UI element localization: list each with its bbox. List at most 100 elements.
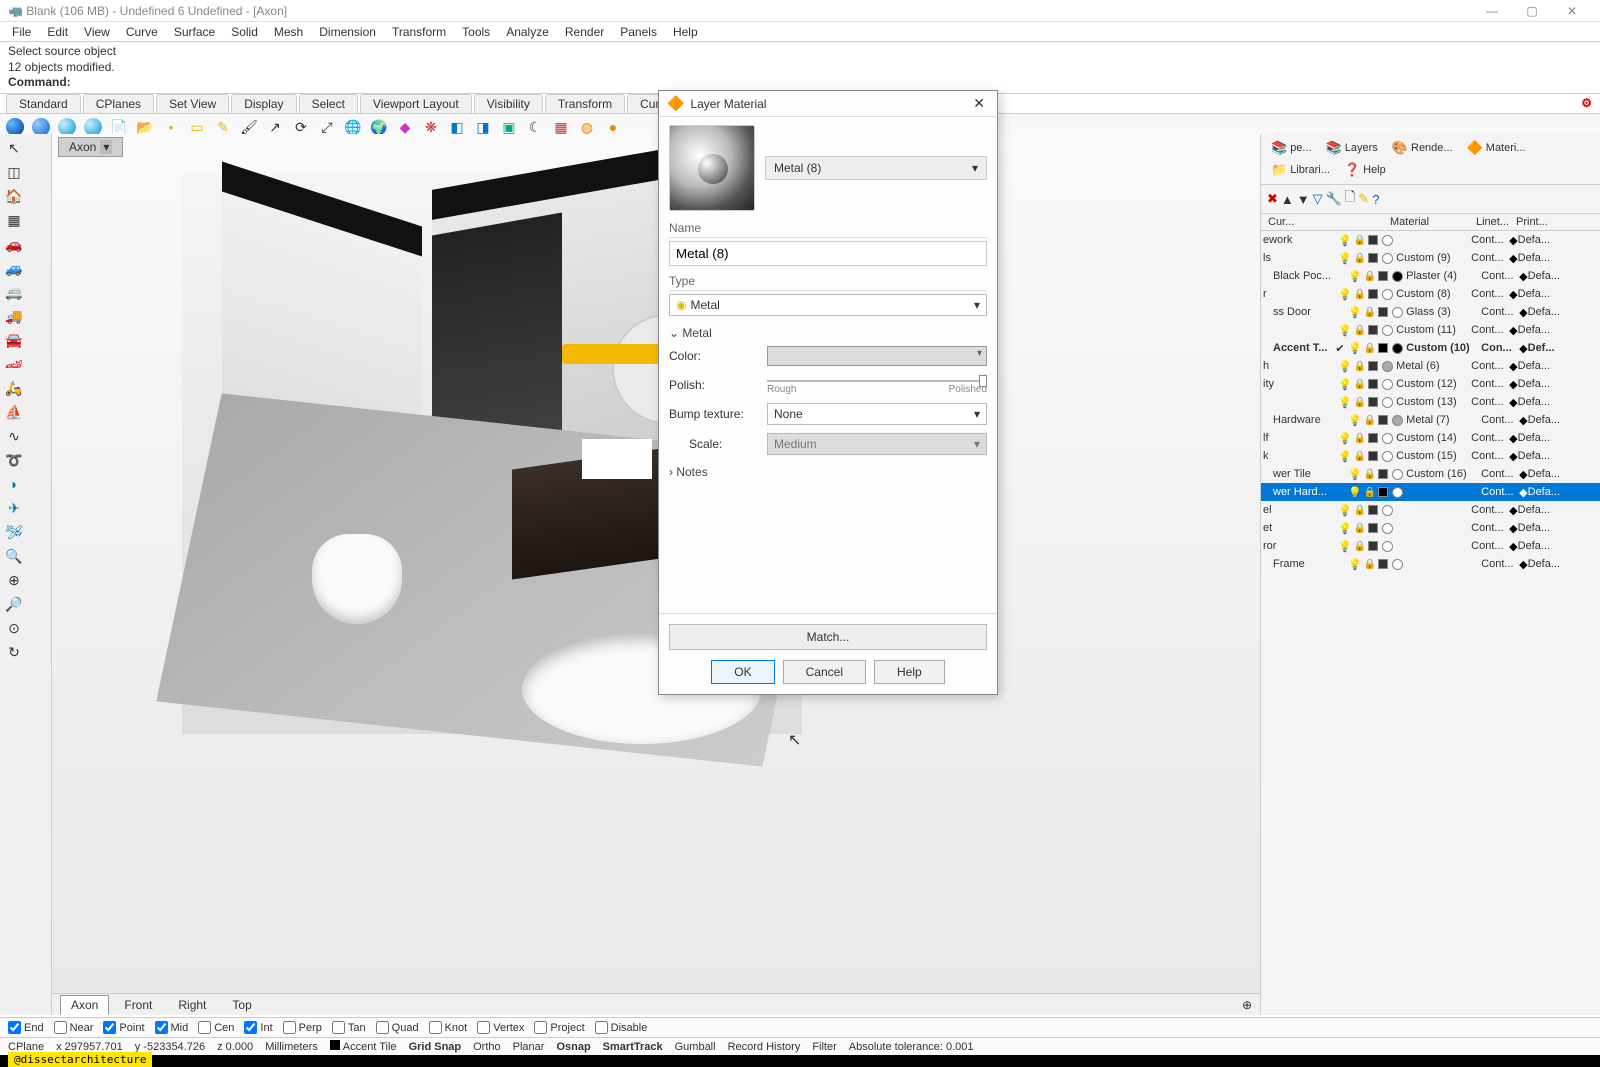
tool-icon[interactable]: 🔧 (1326, 191, 1342, 207)
layer-row[interactable]: Accent T...✔💡🔒Custom (10)Con...◆ Def... (1261, 339, 1600, 357)
down-icon[interactable]: ▼ (1297, 192, 1310, 207)
menu-transform[interactable]: Transform (384, 23, 454, 41)
status-gumball[interactable]: Gumball (675, 1041, 716, 1053)
house-icon[interactable]: 🏠 (3, 185, 25, 207)
status-absolute[interactable]: Absolute tolerance: 0.001 (849, 1041, 974, 1053)
osnap-mid[interactable]: Mid (155, 1021, 189, 1034)
layer-row[interactable]: wer Tile💡🔒Custom (16)Cont...◆ Defa... (1261, 465, 1600, 483)
color-picker[interactable] (767, 346, 987, 366)
panel-tab-layers[interactable]: 📚Layers (1320, 138, 1384, 158)
osnap-quad[interactable]: Quad (376, 1021, 419, 1034)
layer-row[interactable]: ity💡🔒Custom (12)Cont...◆ Defa... (1261, 375, 1600, 393)
menu-surface[interactable]: Surface (166, 23, 223, 41)
lasso-icon[interactable]: ◫ (3, 161, 25, 183)
dialog-titlebar[interactable]: 🔶 Layer Material ✕ (659, 91, 997, 117)
match-button[interactable]: Match... (669, 624, 987, 650)
layer-row[interactable]: el💡🔒Cont...◆ Defa... (1261, 501, 1600, 519)
status-ortho[interactable]: Ortho (473, 1041, 501, 1053)
col-print[interactable]: Print... (1513, 216, 1553, 228)
help-icon[interactable]: ? (1372, 192, 1379, 207)
car-5-icon[interactable]: 🚘 (3, 329, 25, 351)
layer-row[interactable]: ss Door💡🔒Glass (3)Cont...◆ Defa... (1261, 303, 1600, 321)
osnap-end[interactable]: End (8, 1021, 44, 1034)
wing-icon[interactable]: ✈ (3, 497, 25, 519)
osnap-vertex[interactable]: Vertex (477, 1021, 524, 1034)
delete-layer-icon[interactable]: ✖ (1267, 191, 1278, 207)
layer-row[interactable]: wer Hard...💡🔒Cont...◆ Defa... (1261, 483, 1600, 501)
car-6-icon[interactable]: 🏎 (3, 353, 25, 375)
menu-help[interactable]: Help (665, 23, 706, 41)
chevron-down-icon[interactable]: ▾ (100, 140, 112, 154)
panel-tab-rende[interactable]: 🎨Rende... (1386, 138, 1459, 158)
panel-tab-help[interactable]: ❓Help (1338, 160, 1392, 180)
viewport-tab-top[interactable]: Top (221, 995, 262, 1015)
layer-row[interactable]: ls💡🔒Custom (9)Cont...◆ Defa... (1261, 249, 1600, 267)
bike-icon[interactable]: 🛵 (3, 377, 25, 399)
panel-tab-pe[interactable]: 📚pe... (1265, 138, 1318, 158)
status-cplane[interactable]: CPlane (8, 1041, 44, 1053)
tool-tab-transform[interactable]: Transform (545, 94, 625, 113)
osnap-point[interactable]: Point (103, 1021, 144, 1034)
boat-icon[interactable]: ⛵ (3, 401, 25, 423)
polish-slider[interactable] (767, 380, 987, 382)
car-1-icon[interactable]: 🚗 (3, 233, 25, 255)
status-planar[interactable]: Planar (513, 1041, 545, 1053)
layer-row[interactable]: ework💡🔒Cont...◆ Defa... (1261, 231, 1600, 249)
maximize-button[interactable]: ▢ (1512, 4, 1552, 18)
col-current[interactable]: Cur... (1265, 216, 1337, 228)
material-dropdown[interactable]: Metal (8) ▾ (765, 156, 987, 180)
filter-icon[interactable]: ▽ (1313, 191, 1323, 207)
arrow-icon[interactable]: ↖ (3, 137, 25, 159)
layer-row[interactable]: et💡🔒Cont...◆ Defa... (1261, 519, 1600, 537)
curve-icon[interactable]: ∿ (3, 425, 25, 447)
layer-list[interactable]: ework💡🔒Cont...◆ Defa...ls💡🔒Custom (9)Con… (1261, 231, 1600, 1015)
car-2-icon[interactable]: 🚙 (3, 257, 25, 279)
dialog-close-icon[interactable]: ✕ (969, 95, 989, 112)
menu-render[interactable]: Render (557, 23, 612, 41)
name-input[interactable] (669, 241, 987, 266)
car-3-icon[interactable]: 🚐 (3, 281, 25, 303)
layer-row[interactable]: 💡🔒Custom (11)Cont...◆ Defa... (1261, 321, 1600, 339)
col-linetype[interactable]: Linet... (1473, 216, 1513, 228)
tool-tab-cplanes[interactable]: CPlanes (83, 94, 154, 113)
bump-select[interactable]: None ▾ (767, 403, 987, 425)
plan-icon[interactable]: ▦ (3, 209, 25, 231)
cancel-button[interactable]: Cancel (783, 660, 866, 684)
type-select[interactable]: ◉Metal ▾ (669, 294, 987, 316)
menu-analyze[interactable]: Analyze (498, 23, 557, 41)
ok-button[interactable]: OK (711, 660, 774, 684)
osnap-int[interactable]: Int (244, 1021, 272, 1034)
tool-tab-set-view[interactable]: Set View (156, 94, 229, 113)
up-icon[interactable]: ▲ (1281, 192, 1294, 207)
orbit-icon[interactable]: ↻ (3, 641, 25, 663)
viewport-label[interactable]: Axon▾ (58, 137, 123, 157)
status-grid[interactable]: Grid Snap (409, 1041, 462, 1053)
menu-panels[interactable]: Panels (612, 23, 665, 41)
layer-row[interactable]: ror💡🔒Cont...◆ Defa... (1261, 537, 1600, 555)
target-icon[interactable]: ⊕ (3, 569, 25, 591)
menu-tools[interactable]: Tools (454, 23, 498, 41)
layer-row[interactable]: Black Poc...💡🔒Plaster (4)Cont...◆ Defa..… (1261, 267, 1600, 285)
status-units[interactable]: Millimeters (265, 1041, 318, 1053)
gear-icon[interactable]: ⚙ (1581, 96, 1592, 110)
close-button[interactable]: ✕ (1552, 4, 1592, 18)
search-icon[interactable]: 🔍 (3, 545, 25, 567)
osnap-project[interactable]: Project (534, 1021, 584, 1034)
menu-dimension[interactable]: Dimension (311, 23, 384, 41)
layer-row[interactable]: Hardware💡🔒Metal (7)Cont...◆ Defa... (1261, 411, 1600, 429)
menu-solid[interactable]: Solid (223, 23, 266, 41)
tool-tab-standard[interactable]: Standard (6, 94, 81, 113)
viewport-tab-right[interactable]: Right (167, 995, 217, 1015)
osnap-knot[interactable]: Knot (429, 1021, 468, 1034)
status-smarttrack[interactable]: SmartTrack (603, 1041, 663, 1053)
menu-mesh[interactable]: Mesh (266, 23, 311, 41)
osnap-tan[interactable]: Tan (332, 1021, 366, 1034)
osnap-disable[interactable]: Disable (595, 1021, 648, 1034)
osnap-cen[interactable]: Cen (198, 1021, 234, 1034)
add-viewport-icon[interactable]: ⊕ (1242, 998, 1252, 1012)
menu-edit[interactable]: Edit (39, 23, 76, 41)
new-layer-icon[interactable]: 🗋 (1345, 188, 1355, 210)
spiral-icon[interactable]: ➰ (3, 449, 25, 471)
tool-tab-visibility[interactable]: Visibility (474, 94, 543, 113)
notes-section-header[interactable]: Notes (669, 465, 987, 479)
